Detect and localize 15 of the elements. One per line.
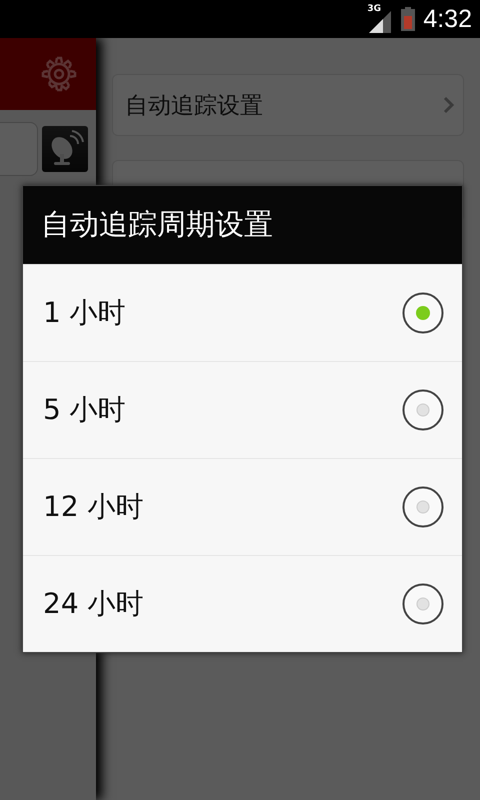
radio-button[interactable] <box>402 486 444 528</box>
radio-button[interactable] <box>402 389 444 431</box>
radio-button[interactable] <box>402 292 444 334</box>
clock: 4:32 <box>423 4 472 34</box>
option-row[interactable]: 1 小时 <box>23 264 462 361</box>
satellite-dish-icon[interactable] <box>42 126 88 172</box>
battery-icon <box>401 7 416 31</box>
signal-icon <box>369 11 392 33</box>
option-row[interactable]: 12 小时 <box>23 458 462 555</box>
option-row[interactable]: 24 小时 <box>23 555 462 652</box>
radio-button[interactable] <box>402 583 444 625</box>
network-type: 3G <box>367 5 381 14</box>
chevron-icon <box>443 96 455 114</box>
option-row[interactable]: 5 小时 <box>23 361 462 458</box>
dialog-title: 自动追踪周期设置 <box>23 186 462 264</box>
